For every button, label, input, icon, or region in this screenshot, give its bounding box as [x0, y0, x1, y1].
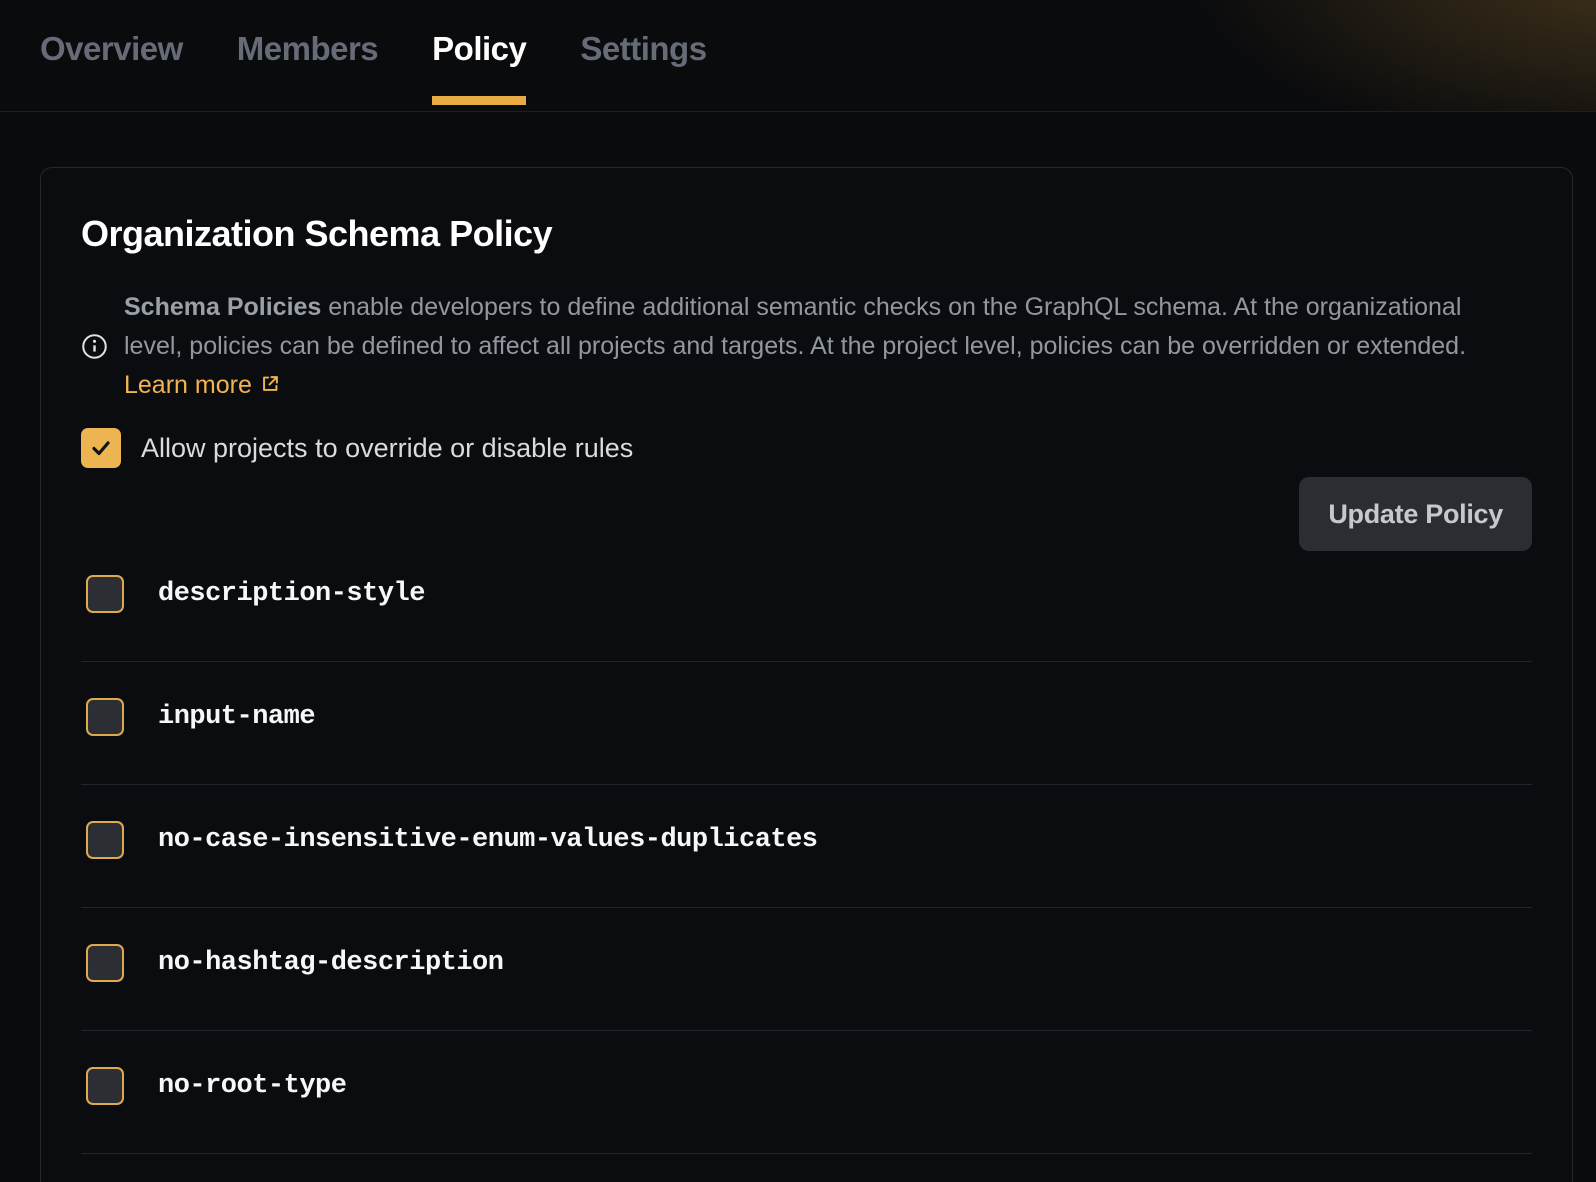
rule-name: no-root-type: [158, 1071, 346, 1101]
rule-row-description-style: description-style: [81, 575, 1532, 662]
tab-label: Settings: [580, 30, 706, 67]
tab-members[interactable]: Members: [237, 30, 378, 105]
rule-checkbox[interactable]: [86, 944, 124, 982]
rule-row-input-name: input-name: [81, 662, 1532, 785]
top-header: Overview Members Policy Settings: [0, 0, 1596, 112]
tab-bar: Overview Members Policy Settings: [0, 0, 1596, 105]
rule-name: input-name: [158, 702, 315, 732]
tab-label: Members: [237, 30, 378, 67]
description-body: enable developers to define additional s…: [124, 293, 1466, 360]
policy-description-callout: Schema Policies enable developers to def…: [81, 288, 1532, 405]
allow-override-checkbox[interactable]: [81, 428, 121, 468]
tab-settings[interactable]: Settings: [580, 30, 706, 105]
rule-name: description-style: [158, 579, 425, 609]
rule-checkbox[interactable]: [86, 821, 124, 859]
rule-checkbox[interactable]: [86, 698, 124, 736]
rule-row-no-hashtag-description: no-hashtag-description: [81, 908, 1532, 1031]
rule-checkbox[interactable]: [86, 575, 124, 613]
tab-label: Policy: [432, 30, 526, 67]
check-icon: [89, 436, 113, 460]
policy-card: Organization Schema Policy Schema Polici…: [40, 167, 1573, 1182]
page-title: Organization Schema Policy: [81, 213, 1532, 255]
rule-row-no-case-insensitive-enum-values-duplicates: no-case-insensitive-enum-values-duplicat…: [81, 785, 1532, 908]
main-content: Organization Schema Policy Schema Polici…: [0, 112, 1596, 1182]
rule-checkbox[interactable]: [86, 1067, 124, 1105]
rules-list: description-style input-name no-case-ins…: [81, 575, 1532, 1154]
policy-description-text: Schema Policies enable developers to def…: [124, 288, 1494, 405]
allow-override-label: Allow projects to override or disable ru…: [141, 433, 633, 464]
update-policy-button[interactable]: Update Policy: [1299, 477, 1532, 551]
rule-name: no-hashtag-description: [158, 948, 503, 978]
tab-label: Overview: [40, 30, 183, 67]
rule-name: no-case-insensitive-enum-values-duplicat…: [158, 825, 818, 855]
allow-override-row[interactable]: Allow projects to override or disable ru…: [81, 428, 633, 468]
description-lead: Schema Policies: [124, 293, 321, 321]
info-icon[interactable]: [81, 333, 108, 360]
learn-more-link[interactable]: Learn more: [124, 371, 281, 399]
tab-overview[interactable]: Overview: [40, 30, 183, 105]
actions-row: Update Policy: [81, 477, 1532, 551]
external-link-icon: [259, 373, 281, 395]
tab-policy[interactable]: Policy: [432, 30, 526, 105]
rule-row-no-root-type: no-root-type: [81, 1031, 1532, 1154]
